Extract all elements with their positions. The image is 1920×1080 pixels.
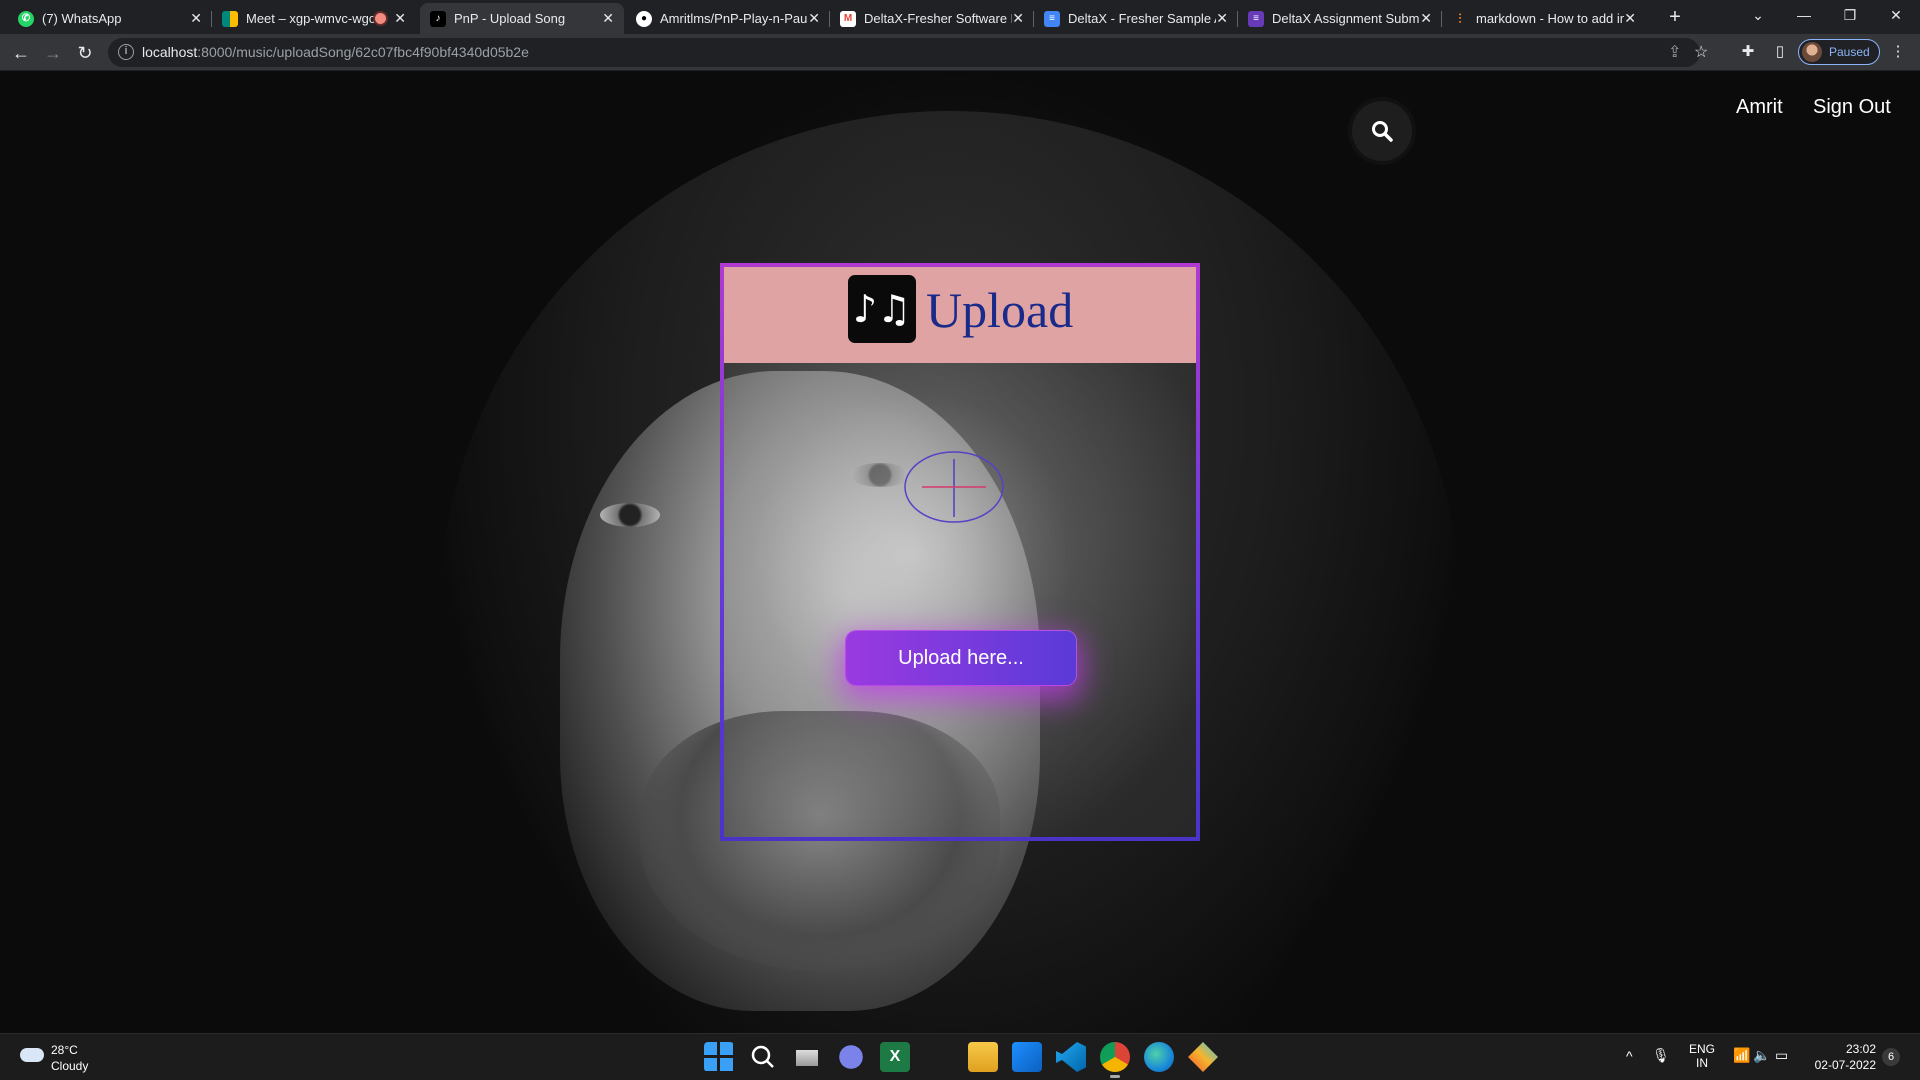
minimize-button[interactable]: — [1781,0,1827,30]
wifi-icon[interactable]: 📶 [1733,1047,1750,1064]
close-icon[interactable]: ✕ [1012,10,1024,27]
mail-icon[interactable] [1012,1042,1042,1072]
profile-button[interactable]: Paused [1798,39,1880,65]
upload-card-header: ♪♫ Upload [724,267,1196,363]
close-icon[interactable]: ✕ [602,10,614,27]
clock[interactable]: 23:02 02-07-2022 [1806,1042,1876,1072]
close-icon[interactable]: ✕ [1216,10,1228,27]
microphone-icon[interactable]: 🎙 [1652,1047,1670,1064]
language-indicator[interactable]: ENG IN [1686,1042,1718,1070]
task-view-icon[interactable] [792,1042,822,1072]
tab-gmail[interactable]: M DeltaX-Fresher Software Engineer ✕ [830,3,1034,34]
close-icon[interactable]: ✕ [190,10,202,27]
page-content: Amrit Sign Out ♪♫ Upload Upload here... [0,71,1920,1033]
search-taskbar-icon[interactable] [748,1042,778,1072]
file-explorer-icon[interactable] [968,1042,998,1072]
profile-status: Paused [1829,45,1870,59]
excel-icon[interactable]: X [880,1042,910,1072]
upload-here-button[interactable]: Upload here... [846,631,1076,685]
avatar [1802,42,1822,62]
clock-time: 23:02 [1845,1042,1876,1056]
tab-google-forms[interactable]: ≡ DeltaX Assignment Submission ✕ [1238,3,1442,34]
tab-whatsapp[interactable]: ✆ (7) WhatsApp ✕ [8,3,212,34]
tab-title: DeltaX - Fresher Sample Assignment [1068,11,1216,26]
tab-pnp-upload-song[interactable]: ♪ PnP - Upload Song ✕ [420,3,624,34]
gmail-icon: M [840,10,856,27]
forward-button[interactable]: → [40,40,66,66]
browser-toolbar: ← → ↻ i localhost:8000/music/uploadSong/… [0,34,1920,71]
volume-icon[interactable]: 🔈 [1753,1047,1770,1064]
notification-badge[interactable]: 6 [1882,1048,1900,1066]
pnp-music-icon: ♪ [430,10,446,27]
close-icon[interactable]: ✕ [394,10,406,27]
google-docs-icon: ≡ [1044,10,1060,27]
search-icon [1372,121,1393,142]
close-icon[interactable]: ✕ [1624,10,1636,27]
restore-button[interactable]: ❐ [1827,0,1873,30]
google-forms-icon: ≡ [1248,10,1264,27]
tab-google-docs[interactable]: ≡ DeltaX - Fresher Sample Assignment ✕ [1034,3,1238,34]
url-host: localhost [142,44,198,60]
extensions-icon[interactable]: ✚ [1738,42,1758,62]
side-panel-icon[interactable]: ▯ [1770,42,1790,62]
teams-chat-icon[interactable] [836,1042,866,1072]
upload-card: ♪♫ Upload Upload here... [720,263,1200,841]
sign-out-link[interactable]: Sign Out [1813,96,1891,119]
tab-github[interactable]: ● Amritlms/PnP-Play-n-Pause ✕ [626,3,830,34]
window-close-button[interactable]: ✕ [1873,0,1919,30]
cloud-icon[interactable] [20,1048,44,1062]
google-meet-icon [222,10,238,27]
search-button[interactable] [1352,101,1412,161]
url-path: :8000/music/uploadSong/62c07fbc4f90bf434… [197,44,529,60]
bookmark-star-icon[interactable]: ☆ [1694,42,1708,62]
address-bar[interactable]: i localhost:8000/music/uploadSong/62c07f… [108,38,1708,67]
start-windows-icon[interactable] [704,1042,734,1072]
recording-icon [375,13,386,24]
stackoverflow-icon: ⫶ [1458,10,1462,26]
tab-title: markdown - How to add image [1476,11,1624,26]
tab-title: PnP - Upload Song [454,11,566,26]
tab-title: DeltaX-Fresher Software Engineer [864,11,1012,26]
battery-icon[interactable]: ▭ [1775,1047,1788,1064]
git-icon[interactable] [1188,1042,1218,1072]
tab-stackoverflow[interactable]: ⫶ markdown - How to add image ✕ [1442,3,1646,34]
whatsapp-icon: ✆ [18,10,34,27]
back-button[interactable]: ← [8,40,34,66]
page-title: Upload [926,282,1074,338]
new-tab-button[interactable]: + [1662,4,1688,30]
edge-icon[interactable] [1144,1042,1174,1072]
show-hidden-icons-chevron-icon[interactable]: ^ [1626,1048,1633,1064]
url-text[interactable]: localhost:8000/music/uploadSong/62c07fbc… [142,44,529,60]
add-file-plus-icon[interactable] [904,451,1004,523]
tab-title: (7) WhatsApp [42,11,122,26]
music-notes-logo-icon: ♪♫ [848,275,916,343]
share-icon[interactable]: ⇪ [1668,42,1681,62]
tab-title: DeltaX Assignment Submission [1272,11,1420,26]
language-code: ENG [1688,1042,1715,1056]
close-icon[interactable]: ✕ [1420,10,1432,27]
tab-search-button[interactable]: ⌄ [1735,0,1781,30]
windows-taskbar: 28°C Cloudy X ^ 🎙 ENG IN 📶 🔈 ▭ 23:02 02-… [0,1033,1920,1080]
site-info-icon[interactable]: i [118,44,134,60]
browser-tab-strip: ✆ (7) WhatsApp ✕ Meet – xgp-wmvc-wgc ✕ ♪… [0,0,1920,34]
browser-menu-icon[interactable]: ⋮ [1888,42,1908,62]
github-icon: ● [636,10,652,27]
vscode-icon[interactable] [1056,1042,1086,1072]
weather-description[interactable]: Cloudy [51,1059,88,1073]
clock-date: 02-07-2022 [1814,1058,1876,1072]
tab-title: Amritlms/PnP-Play-n-Pause [660,11,808,26]
tab-title: Meet – xgp-wmvc-wgc [246,11,376,26]
close-icon[interactable]: ✕ [808,10,820,27]
background-eye-left [600,503,660,527]
upload-card-body: Upload here... [724,363,1196,837]
tab-meet[interactable]: Meet – xgp-wmvc-wgc ✕ [212,3,416,34]
nav-user-link[interactable]: Amrit [1736,96,1783,119]
reload-button[interactable]: ↻ [72,40,98,66]
weather-temperature[interactable]: 28°C [51,1043,78,1057]
chrome-icon[interactable] [1100,1042,1130,1078]
region-code: IN [1696,1056,1708,1070]
